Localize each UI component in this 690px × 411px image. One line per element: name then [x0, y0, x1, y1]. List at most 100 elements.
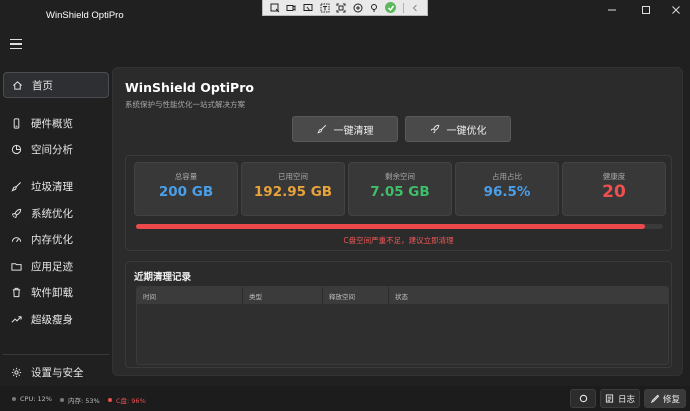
nav-item-label: 空间分析	[31, 143, 73, 156]
one-click-clean-button[interactable]: 一键清理	[292, 116, 398, 142]
pin-icon[interactable]	[367, 1, 381, 15]
nav-item-memory-optimize[interactable]: 内存优化	[3, 226, 109, 252]
nav-item-label: 垃圾清理	[31, 180, 73, 193]
disk-usage-fill	[136, 224, 645, 229]
stat-card-free: 剩余空间 7.05 GB	[348, 162, 452, 216]
folder-icon	[11, 261, 22, 272]
nav-item-hardware[interactable]: 硬件概览	[3, 110, 109, 136]
nav-item-label: 软件卸载	[31, 286, 73, 299]
stat-value: 192.95 GB	[253, 184, 333, 200]
gear-icon	[11, 367, 22, 378]
log-button[interactable]: 日志	[600, 389, 640, 408]
nav-item-label: 首页	[32, 79, 53, 92]
records-table: 时间 类型 释放空间 状态	[136, 286, 669, 365]
trend-icon	[11, 314, 22, 325]
disk-usage-bar	[136, 224, 663, 229]
translate-icon[interactable]	[351, 1, 365, 15]
nav-item-home[interactable]: 首页	[3, 72, 109, 98]
region-capture-icon[interactable]	[268, 1, 282, 15]
minimize-icon[interactable]	[600, 3, 624, 17]
text-capture-icon[interactable]	[318, 1, 332, 15]
cpu-status: CPU: 12%	[12, 395, 52, 403]
button-label: 修复	[662, 394, 680, 405]
device-icon	[11, 117, 22, 129]
title-bar: WinShield OptiPro	[0, 0, 690, 32]
app-title: WinShield OptiPro	[46, 10, 124, 21]
records-table-header: 时间 类型 释放空间 状态	[137, 287, 668, 304]
nav-item-app-traces[interactable]: 应用足迹	[3, 253, 109, 279]
home-main-card: WinShield OptiPro 系统保护与性能优化一站式解决方案 一键清理 …	[112, 67, 683, 376]
disk-warning-text: C盘空间严重不足，建议立即清理	[343, 236, 454, 245]
wrench-icon	[650, 394, 659, 403]
close-icon[interactable]	[664, 3, 688, 17]
gauge-icon	[11, 234, 22, 245]
column-header-status[interactable]: 状态	[389, 287, 668, 304]
cpu-dot	[12, 397, 16, 401]
stat-card-health: 健康度 20	[562, 162, 666, 216]
stat-label: 健康度	[602, 172, 626, 181]
theme-toggle-button[interactable]	[570, 389, 596, 408]
home-icon	[12, 80, 23, 91]
broom-icon	[316, 124, 326, 134]
video-icon[interactable]	[285, 1, 299, 15]
button-label: 日志	[617, 394, 635, 405]
button-label: 一键优化	[446, 125, 487, 137]
nav-item-label: 硬件概览	[31, 117, 73, 130]
stat-value: 7.05 GB	[370, 184, 430, 200]
stat-value: 200 GB	[158, 184, 214, 200]
rocket-icon	[11, 208, 22, 219]
nav-item-super-slim[interactable]: 超级瘦身	[3, 306, 109, 332]
pie-chart-icon	[11, 144, 22, 155]
disk-stats-panel: 总容量 200 GB 已用空间 192.95 GB 剩余空间 7.05 GB 占…	[125, 155, 672, 251]
trash-icon	[11, 287, 22, 298]
nav-item-label: 系统优化	[31, 207, 73, 220]
stat-card-used: 已用空间 192.95 GB	[241, 162, 345, 216]
nav-item-label: 内存优化	[31, 233, 73, 246]
nav-item-uninstall[interactable]: 软件卸载	[3, 279, 109, 305]
records-title: 近期清理记录	[134, 272, 192, 283]
repair-button[interactable]: 修复	[644, 389, 686, 408]
confirm-check-icon[interactable]	[384, 1, 398, 15]
health-score: 20	[602, 182, 626, 202]
disk-dot	[108, 398, 112, 402]
toolbar-divider	[402, 2, 404, 13]
maximize-icon[interactable]	[634, 3, 658, 17]
memory-status: 内存: 53%	[60, 395, 100, 405]
stat-label: 占用占比	[492, 172, 522, 181]
menu-hamburger-icon[interactable]	[10, 39, 22, 49]
memory-dot	[60, 398, 64, 402]
stat-label: 剩余空间	[385, 172, 415, 181]
stat-card-total: 总容量 200 GB	[134, 162, 238, 216]
button-label: 一键清理	[333, 125, 374, 137]
nav-item-label: 应用足迹	[31, 260, 73, 273]
recent-clean-records-panel: 近期清理记录 时间 类型 释放空间 状态	[125, 261, 672, 368]
window-capture-icon[interactable]	[301, 1, 315, 15]
sidebar-divider	[3, 354, 109, 355]
nav-item-settings[interactable]: 设置与安全	[3, 359, 109, 385]
broom-icon	[11, 181, 22, 192]
nav-item-label: 超级瘦身	[31, 313, 73, 326]
capture-toolbar	[262, 0, 428, 16]
nav-item-system-optimize[interactable]: 系统优化	[3, 200, 109, 226]
nav-item-space-analysis[interactable]: 空间分析	[3, 136, 109, 162]
scan-icon[interactable]	[334, 1, 348, 15]
stat-label: 总容量	[174, 172, 198, 181]
column-header-time[interactable]: 时间	[137, 287, 243, 304]
stat-value: 96.5%	[483, 184, 531, 200]
column-header-type[interactable]: 类型	[243, 287, 323, 304]
disk-status: C盘: 96%	[108, 395, 146, 405]
nav-item-label: 设置与安全	[31, 366, 84, 379]
log-icon	[605, 394, 614, 403]
one-click-optimize-button[interactable]: 一键优化	[405, 116, 511, 142]
rocket-icon	[430, 124, 439, 134]
stat-label: 已用空间	[278, 172, 308, 181]
status-bar: CPU: 12% 内存: 53% C盘: 96% 日志 修复	[0, 386, 690, 411]
nav-item-junk-clean[interactable]: 垃圾清理	[3, 173, 109, 199]
column-header-freed[interactable]: 释放空间	[323, 287, 389, 304]
disk-text: C盘: 96%	[116, 397, 146, 405]
circle-icon	[579, 394, 587, 403]
collapse-chevron-icon[interactable]	[408, 1, 422, 15]
cpu-text: CPU: 12%	[20, 395, 52, 403]
page-subtitle: 系统保护与性能优化一站式解决方案	[125, 100, 245, 109]
page-title: WinShield OptiPro	[125, 80, 254, 95]
